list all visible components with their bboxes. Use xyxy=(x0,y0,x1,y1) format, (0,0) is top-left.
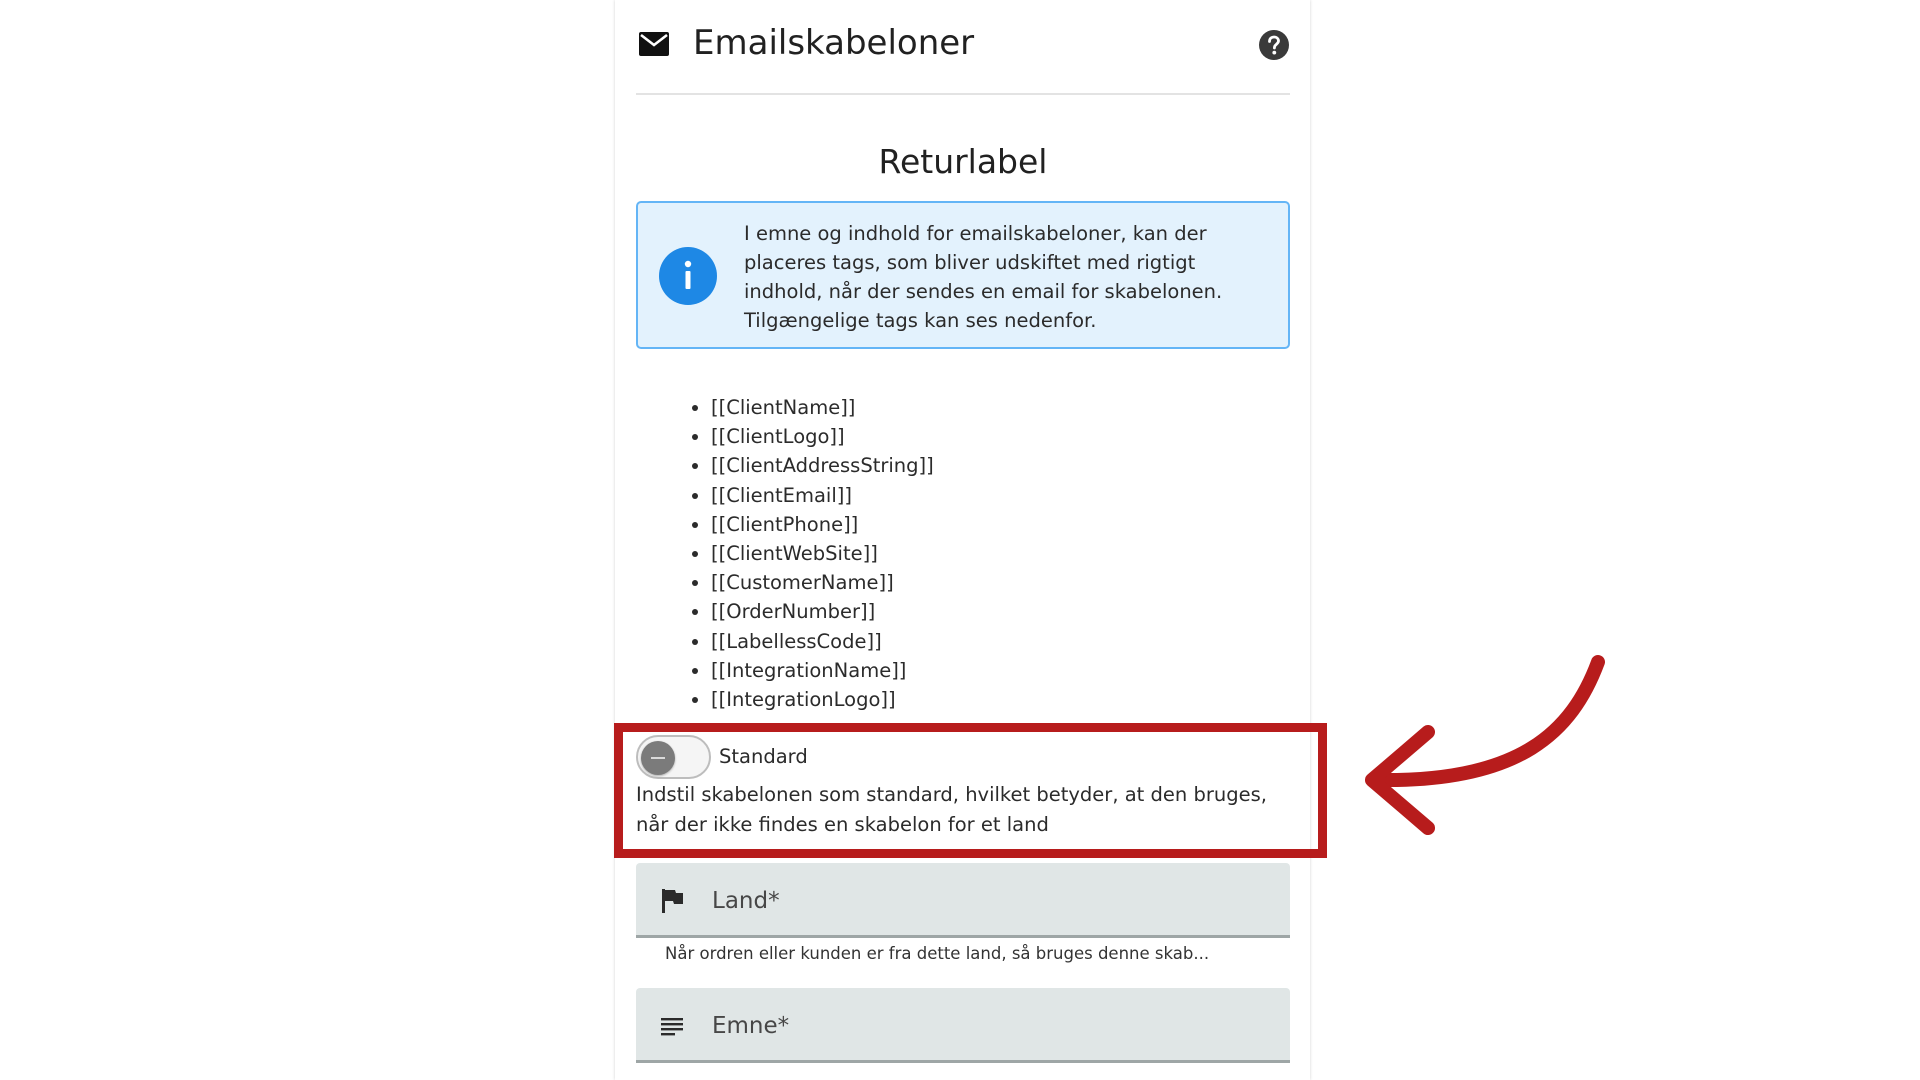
tag-item: [[ClientLogo]] xyxy=(711,422,934,451)
country-select[interactable]: Land* xyxy=(636,863,1290,938)
subject-label: Emne* xyxy=(712,1013,790,1039)
tag-item: [[IntegrationName]] xyxy=(711,656,934,685)
help-icon[interactable] xyxy=(1258,29,1290,61)
tag-item: [[IntegrationLogo]] xyxy=(711,685,934,714)
info-icon xyxy=(659,247,717,305)
toggle-knob xyxy=(641,741,675,775)
mail-icon xyxy=(639,32,669,56)
pointing-arrow-icon xyxy=(1365,655,1605,835)
info-alert: I emne og indhold for emailskabeloner, k… xyxy=(636,201,1290,349)
subject-input[interactable]: Emne* xyxy=(636,988,1290,1063)
tag-item: [[ClientName]] xyxy=(711,393,934,422)
tag-item: [[ClientWebSite]] xyxy=(711,539,934,568)
standard-toggle[interactable] xyxy=(636,735,711,779)
standard-toggle-label: Standard xyxy=(719,745,808,768)
country-label: Land* xyxy=(712,888,780,914)
email-templates-panel: Emailskabeloner Returlabel I emne og ind… xyxy=(615,0,1310,1080)
available-tags-list: [[ClientName]] [[ClientLogo]] [[ClientAd… xyxy=(671,393,934,714)
tag-item: [[OrderNumber]] xyxy=(711,597,934,626)
panel-header: Emailskabeloner xyxy=(636,0,1290,95)
flag-icon xyxy=(662,889,683,913)
tag-item: [[ClientPhone]] xyxy=(711,510,934,539)
tag-item: [[ClientAddressString]] xyxy=(711,451,934,480)
country-hint: Når ordren eller kunden er fra dette lan… xyxy=(665,944,1210,963)
template-title: Returlabel xyxy=(878,142,1048,181)
standard-toggle-row: Standard xyxy=(636,735,1276,781)
tag-item: [[ClientEmail]] xyxy=(711,481,934,510)
page-title: Emailskabeloner xyxy=(693,23,975,63)
tag-item: [[CustomerName]] xyxy=(711,568,934,597)
subject-lines-icon xyxy=(661,1018,683,1036)
screen: Emailskabeloner Returlabel I emne og ind… xyxy=(0,0,1920,1080)
info-text: I emne og indhold for emailskabeloner, k… xyxy=(744,222,1223,332)
standard-toggle-description: Indstil skabelonen som standard, hvilket… xyxy=(636,783,1267,836)
tag-item: [[LabellessCode]] xyxy=(711,627,934,656)
